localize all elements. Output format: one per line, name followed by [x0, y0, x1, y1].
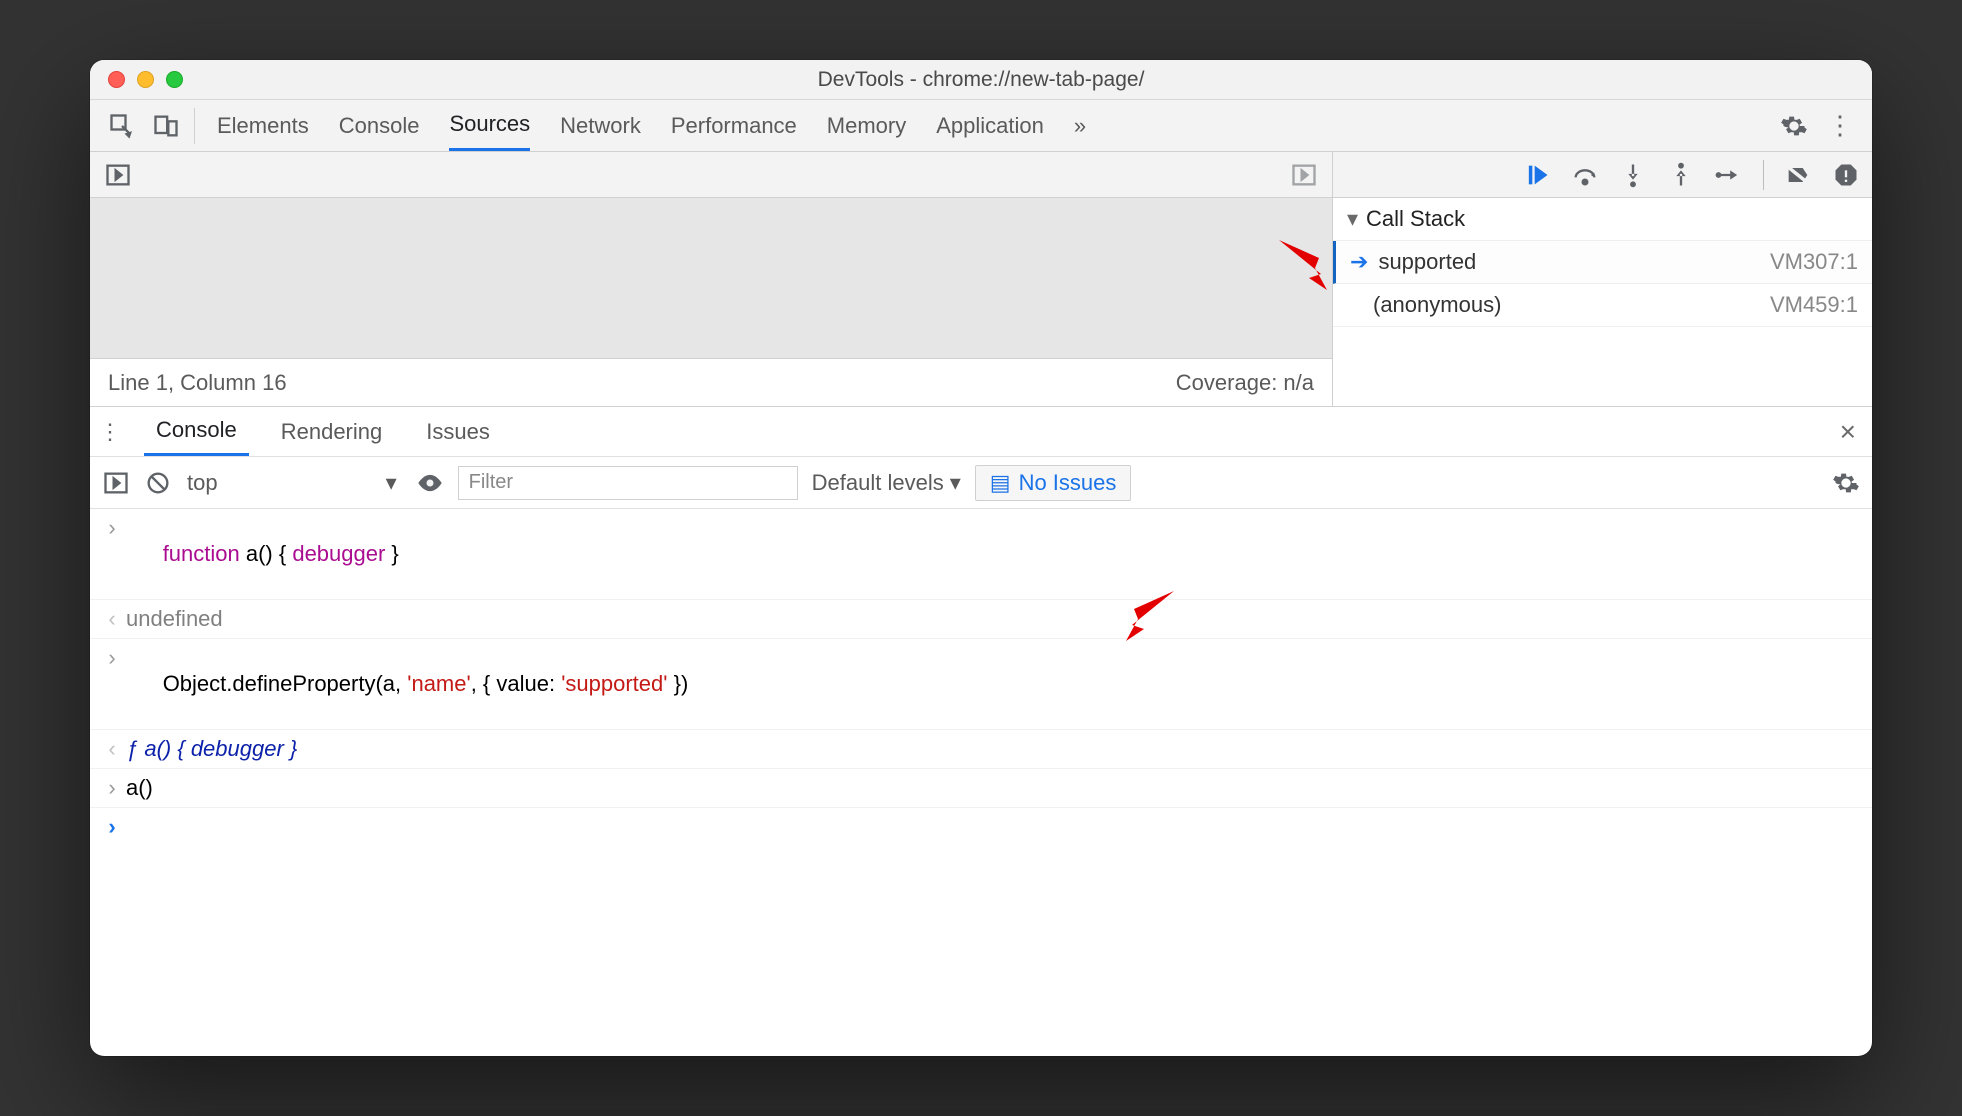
live-expression-eye-icon[interactable] [416, 469, 444, 497]
stack-frame-name: supported [1378, 249, 1476, 275]
stack-frame-source: VM307:1 [1770, 249, 1858, 275]
console-input-line: › Object.defineProperty(a, 'name', { val… [90, 639, 1872, 730]
tabs-overflow[interactable]: » [1074, 100, 1086, 151]
pause-exceptions-icon[interactable] [1832, 161, 1860, 189]
editor-body-empty [90, 198, 1332, 358]
debugger-sidebar: ▾ Call Stack ➔ supported VM307:1 (anonym… [1332, 152, 1872, 406]
drawer-tab-issues[interactable]: Issues [414, 407, 502, 456]
resume-icon[interactable] [1523, 161, 1551, 189]
stack-frame-name: (anonymous) [1373, 292, 1501, 318]
drawer-tab-console[interactable]: Console [144, 407, 249, 456]
drawer-tabbar: ⋮ Console Rendering Issues × [90, 407, 1872, 457]
stack-frame-source: VM459:1 [1770, 292, 1858, 318]
drawer-close-icon[interactable]: × [1840, 416, 1856, 448]
stack-frame[interactable]: (anonymous) VM459:1 [1333, 284, 1872, 327]
chevron-down-icon: ▾ [386, 470, 397, 496]
traffic-minimize-icon[interactable] [137, 71, 154, 88]
output-chevron-icon: ‹ [98, 736, 126, 762]
tab-elements[interactable]: Elements [217, 100, 309, 151]
console-sidebar-toggle-icon[interactable] [102, 469, 130, 497]
settings-gear-icon[interactable] [1780, 112, 1808, 140]
issues-chip[interactable]: ▤ No Issues [975, 465, 1132, 501]
device-toggle-icon[interactable] [152, 112, 180, 140]
editor-status-bar: Line 1, Column 16 Coverage: n/a [90, 358, 1332, 406]
coverage-status: Coverage: n/a [1176, 370, 1314, 396]
call-stack-header[interactable]: ▾ Call Stack [1333, 198, 1872, 241]
input-chevron-icon: › [98, 645, 126, 671]
window-titlebar: DevTools - chrome://new-tab-page/ [90, 60, 1872, 100]
debugger-sections: ▾ Call Stack ➔ supported VM307:1 (anonym… [1333, 198, 1872, 327]
console-prompt-line[interactable]: › [90, 808, 1872, 846]
chevron-down-icon: ▾ [950, 470, 961, 496]
console-input-line: › a() [90, 769, 1872, 808]
traffic-zoom-icon[interactable] [166, 71, 183, 88]
context-label: top [187, 470, 218, 496]
editor-toolbar [90, 152, 1332, 198]
step-over-icon[interactable] [1571, 161, 1599, 189]
traffic-close-icon[interactable] [108, 71, 125, 88]
console-toolbar: top ▾ Filter Default levels ▾ ▤ No Issue… [90, 457, 1872, 509]
console-output-line: ‹ undefined [90, 600, 1872, 639]
step-into-icon[interactable] [1619, 161, 1647, 189]
log-levels-selector[interactable]: Default levels ▾ [812, 470, 961, 496]
input-chevron-icon: › [98, 775, 126, 801]
cursor-position: Line 1, Column 16 [108, 370, 287, 396]
clear-console-icon[interactable] [144, 469, 172, 497]
console-input-line: › function a() { debugger } [90, 509, 1872, 600]
drawer-kebab-icon[interactable]: ⋮ [96, 418, 124, 446]
inspect-element-icon[interactable] [108, 112, 136, 140]
tab-sources[interactable]: Sources [449, 100, 530, 151]
issues-chip-icon: ▤ [990, 470, 1011, 496]
prompt-chevron-icon: › [98, 814, 126, 840]
devtools-tabbar: Elements Console Sources Network Perform… [90, 100, 1872, 152]
issues-chip-label: No Issues [1019, 470, 1117, 496]
stack-frame-current[interactable]: ➔ supported VM307:1 [1333, 241, 1872, 284]
console-body[interactable]: › function a() { debugger } ‹ undefined … [90, 509, 1872, 846]
console-filter-input[interactable]: Filter [458, 466, 798, 500]
tab-console[interactable]: Console [339, 100, 420, 151]
call-stack-title: Call Stack [1366, 206, 1465, 232]
main-tabs: Elements Console Sources Network Perform… [217, 100, 1086, 151]
output-chevron-icon: ‹ [98, 606, 126, 632]
tab-memory[interactable]: Memory [827, 100, 906, 151]
tab-performance[interactable]: Performance [671, 100, 797, 151]
step-icon[interactable] [1715, 161, 1743, 189]
tab-network[interactable]: Network [560, 100, 641, 151]
execution-context-selector[interactable]: top ▾ [186, 469, 402, 497]
deactivate-breakpoints-icon[interactable] [1784, 161, 1812, 189]
disclosure-triangle-icon: ▾ [1347, 206, 1358, 232]
show-debugger-icon[interactable] [1290, 161, 1318, 189]
console-settings-gear-icon[interactable] [1832, 469, 1860, 497]
filter-placeholder: Filter [469, 471, 513, 494]
tab-application[interactable]: Application [936, 100, 1044, 151]
levels-label: Default levels [812, 470, 944, 496]
step-out-icon[interactable] [1667, 161, 1695, 189]
kebab-menu-icon[interactable]: ⋮ [1826, 112, 1854, 140]
current-frame-arrow-icon: ➔ [1350, 249, 1368, 275]
drawer-tab-rendering[interactable]: Rendering [269, 407, 395, 456]
input-chevron-icon: › [98, 515, 126, 541]
window-title: DevTools - chrome://new-tab-page/ [90, 68, 1872, 92]
sources-pane: Line 1, Column 16 Coverage: n/a [90, 152, 1872, 407]
show-navigator-icon[interactable] [104, 161, 132, 189]
console-output-line: ‹ ƒ a() { debugger } [90, 730, 1872, 769]
debugger-toolbar [1333, 152, 1872, 198]
